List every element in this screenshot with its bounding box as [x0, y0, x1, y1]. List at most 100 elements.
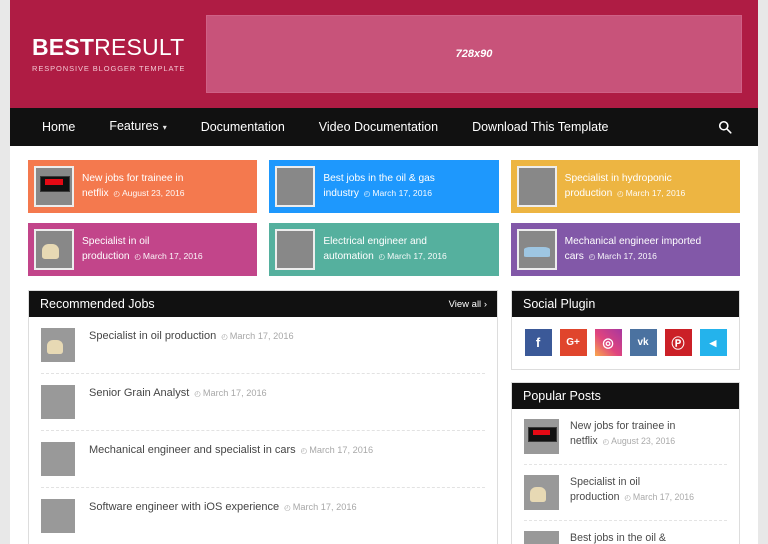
- job-thumbnail: [275, 166, 316, 207]
- social-plugin-title: Social Plugin: [523, 297, 596, 311]
- clock-icon: ◴: [588, 252, 596, 261]
- featured-job-card[interactable]: Mechanical engineer imported cars ◴ March…: [510, 223, 740, 276]
- job-date: ◴ August 23, 2016: [113, 188, 185, 198]
- job-meta: Mechanical engineer imported cars ◴ March…: [565, 235, 732, 264]
- recommended-job-text: Software engineer with iOS experience ◴ Ma…: [89, 499, 357, 515]
- view-all-label: View all: [448, 298, 482, 310]
- featured-job-card[interactable]: Specialist in oil production ◴ March 17, …: [28, 223, 258, 276]
- job-thumbnail: [34, 166, 74, 207]
- recommended-jobs-list: Specialist in oil production ◴ March 17, 2…: [29, 317, 497, 544]
- chevron-right-icon: ›: [483, 298, 487, 310]
- popular-post-title[interactable]: Best jobs in the oil &: [570, 532, 666, 544]
- job-date: ◴ March 17, 2016: [134, 251, 203, 261]
- recommended-job-date: ◴ March 17, 2016: [194, 388, 267, 398]
- recommended-job-title[interactable]: Senior Grain Analyst: [89, 387, 189, 399]
- nav-item-label: Documentation: [200, 120, 285, 134]
- clock-icon: ◴: [363, 189, 371, 198]
- twitter-icon[interactable]: ◂: [699, 329, 727, 356]
- nav-item-home[interactable]: Home: [32, 108, 92, 146]
- clock-icon: ◴: [284, 503, 291, 512]
- clock-icon: ◴: [617, 189, 624, 198]
- nav-item-label: Home: [42, 120, 76, 134]
- clock-icon: ◴: [300, 446, 308, 455]
- popular-post-text: Specialist in oil production ◴ March 17, …: [570, 475, 727, 505]
- clock-icon: ◴: [134, 252, 141, 261]
- popular-post-date: ◴ August 23, 2016: [602, 436, 676, 446]
- brand-title-bold: BEST: [32, 33, 95, 60]
- sidebar: Social Plugin f G+ ◎ vk Ⓟ ◂ Popular Posts New…: [511, 290, 740, 544]
- chevron-down-icon: ▾: [162, 123, 167, 132]
- featured-job-card[interactable]: Electrical engineer and automation ◴ Marc…: [269, 223, 499, 276]
- clock-icon: ◴: [221, 332, 228, 341]
- job-thumbnail: [516, 166, 557, 207]
- popular-post-date: ◴ March 17, 2016: [624, 492, 695, 502]
- pinterest-icon[interactable]: Ⓟ: [664, 329, 692, 356]
- recommended-job-title[interactable]: Mechanical engineer and specialist in ca…: [89, 444, 296, 456]
- clock-icon: ◴: [378, 252, 386, 261]
- popular-posts-list: New jobs for trainee in netflix ◴ August …: [512, 409, 739, 544]
- recommended-job-title[interactable]: Software engineer with iOS experience: [89, 501, 279, 513]
- job-thumbnail: [516, 229, 557, 270]
- job-thumbnail: [41, 328, 75, 362]
- recommended-job-text: Senior Grain Analyst ◴ March 17, 2016: [89, 385, 267, 401]
- page-root: BESTRESULT RESPONSIVE BLOGGER TEMPLATE 7…: [0, 0, 768, 544]
- job-date: ◴ March 17, 2016: [378, 251, 447, 261]
- clock-icon: ◴: [624, 493, 631, 502]
- ad-banner[interactable]: 728x90: [206, 15, 742, 93]
- job-meta: New jobs for trainee in netflix ◴ August …: [82, 172, 249, 201]
- main-navigation: Home Features ▾ Documentation Video Document…: [10, 108, 758, 146]
- recommended-job-title[interactable]: Specialist in oil production: [89, 330, 216, 342]
- popular-post-row[interactable]: Specialist in oil production ◴ March 17, …: [524, 465, 727, 521]
- post-thumbnail: [524, 475, 559, 510]
- recommended-jobs-header: Recommended Jobs View all ›: [29, 291, 497, 317]
- clock-icon: ◴: [113, 189, 120, 198]
- clock-icon: ◴: [194, 389, 201, 398]
- recommended-job-row[interactable]: Specialist in oil production ◴ March 17, 2…: [41, 317, 485, 374]
- recommended-jobs-panel: Recommended Jobs View all › Specialist i…: [28, 290, 498, 544]
- featured-job-card[interactable]: Specialist in hydroponic production ◴ Mar…: [510, 160, 740, 213]
- job-thumbnail: [34, 229, 74, 270]
- job-meta: Best jobs in the oil & gas industry ◴ Mar…: [323, 172, 490, 201]
- recommended-job-row[interactable]: Mechanical engineer and specialist in ca…: [41, 431, 485, 488]
- job-meta: Specialist in hydroponic production ◴ Mar…: [565, 172, 732, 201]
- social-plugin-header: Social Plugin: [512, 291, 739, 317]
- view-all-link[interactable]: View all ›: [449, 299, 487, 310]
- recommended-job-row[interactable]: Senior Grain Analyst ◴ March 17, 2016: [41, 374, 485, 431]
- featured-job-card[interactable]: Best jobs in the oil & gas industry ◴ Mar…: [269, 160, 499, 213]
- nav-item-label: Video Documentation: [318, 120, 439, 134]
- recommended-job-text: Mechanical engineer and specialist in ca…: [89, 442, 373, 458]
- nav-item-video-documentation[interactable]: Video Documentation: [302, 108, 455, 146]
- recommended-job-row[interactable]: Software engineer with iOS experience ◴ Ma…: [41, 488, 485, 544]
- social-plugin-panel: Social Plugin f G+ ◎ vk Ⓟ ◂: [511, 290, 740, 370]
- site-header: BESTRESULT RESPONSIVE BLOGGER TEMPLATE 7…: [10, 0, 758, 108]
- clock-icon: ◴: [602, 437, 610, 446]
- job-meta: Specialist in oil production ◴ March 17, …: [82, 235, 249, 264]
- job-meta: Electrical engineer and automation ◴ Marc…: [323, 235, 490, 264]
- job-thumbnail: [41, 499, 75, 533]
- popular-post-row[interactable]: New jobs for trainee in netflix ◴ August …: [524, 409, 727, 465]
- popular-post-row[interactable]: Best jobs in the oil &: [524, 521, 727, 544]
- popular-post-text: New jobs for trainee in netflix ◴ August …: [570, 419, 727, 449]
- featured-jobs-grid: New jobs for trainee in netflix ◴ August …: [28, 160, 740, 276]
- search-icon[interactable]: [712, 114, 738, 140]
- popular-posts-panel: Popular Posts New jobs for trainee in ne…: [511, 382, 740, 544]
- nav-item-documentation[interactable]: Documentation: [184, 108, 302, 146]
- recommended-job-text: Specialist in oil production ◴ March 17, 2…: [89, 328, 294, 344]
- page-content: New jobs for trainee in netflix ◴ August …: [10, 146, 758, 544]
- job-date: ◴ March 17, 2016: [363, 188, 433, 198]
- featured-job-card[interactable]: New jobs for trainee in netflix ◴ August …: [28, 160, 258, 213]
- instagram-icon[interactable]: ◎: [594, 329, 622, 356]
- site-logo[interactable]: BESTRESULT RESPONSIVE BLOGGER TEMPLATE: [10, 35, 206, 73]
- site-container: BESTRESULT RESPONSIVE BLOGGER TEMPLATE 7…: [10, 0, 758, 544]
- google-plus-icon[interactable]: G+: [559, 329, 587, 356]
- job-date: ◴ March 17, 2016: [588, 251, 657, 261]
- job-thumbnail: [275, 229, 316, 270]
- facebook-icon[interactable]: f: [524, 329, 552, 356]
- vk-icon[interactable]: vk: [629, 329, 657, 356]
- job-date: ◴ March 17, 2016: [617, 188, 686, 198]
- nav-list: Home Features ▾ Documentation Video Document…: [32, 107, 712, 147]
- nav-item-features[interactable]: Features ▾: [92, 107, 183, 147]
- job-thumbnail: [41, 385, 75, 419]
- content-columns: Recommended Jobs View all › Specialist i…: [28, 290, 740, 544]
- nav-item-download-this-template[interactable]: Download This Template: [455, 108, 625, 146]
